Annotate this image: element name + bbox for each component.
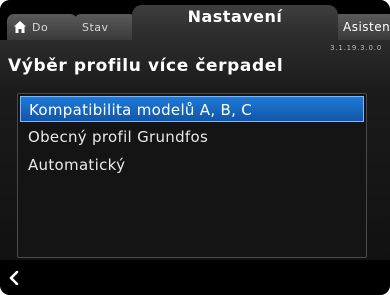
tab-home[interactable]: Do	[7, 14, 77, 40]
footer-bar	[0, 260, 390, 295]
page-title: Výběr profilu více čerpadel	[8, 56, 284, 76]
tab-status[interactable]: Stav	[74, 14, 136, 40]
tab-settings-label: Nastavení	[187, 7, 283, 26]
list-item-automatic[interactable]: Automatický	[20, 152, 364, 178]
content-area: Kompatibilita modelů A, B, C Obecný prof…	[0, 88, 390, 260]
page-header: Výběr profilu více čerpadel 3.1.19.3.0.0	[0, 40, 390, 88]
back-arrow-icon[interactable]	[8, 271, 20, 285]
menu-code: 3.1.19.3.0.0	[330, 44, 382, 52]
list-item-label: Kompatibilita modelů A, B, C	[29, 101, 252, 119]
list-item-compatibility[interactable]: Kompatibilita modelů A, B, C	[20, 96, 364, 122]
tab-bar: Do Stav Asisten Nastavení	[0, 0, 390, 40]
list-item-label: Obecný profil Grundfos	[28, 128, 209, 146]
profile-list: Kompatibilita modelů A, B, C Obecný prof…	[17, 93, 367, 258]
list-item-label: Automatický	[28, 156, 126, 174]
display-screen: Do Stav Asisten Nastavení Výběr profilu …	[0, 0, 390, 295]
list-item-generic-profile[interactable]: Obecný profil Grundfos	[20, 124, 364, 150]
tab-status-label: Stav	[82, 20, 109, 34]
tab-assist[interactable]: Asisten	[333, 14, 390, 40]
tab-home-label: Do	[32, 20, 49, 34]
tab-settings[interactable]: Nastavení	[132, 5, 338, 40]
home-icon	[14, 21, 26, 33]
tab-assist-label: Asisten	[343, 20, 390, 34]
